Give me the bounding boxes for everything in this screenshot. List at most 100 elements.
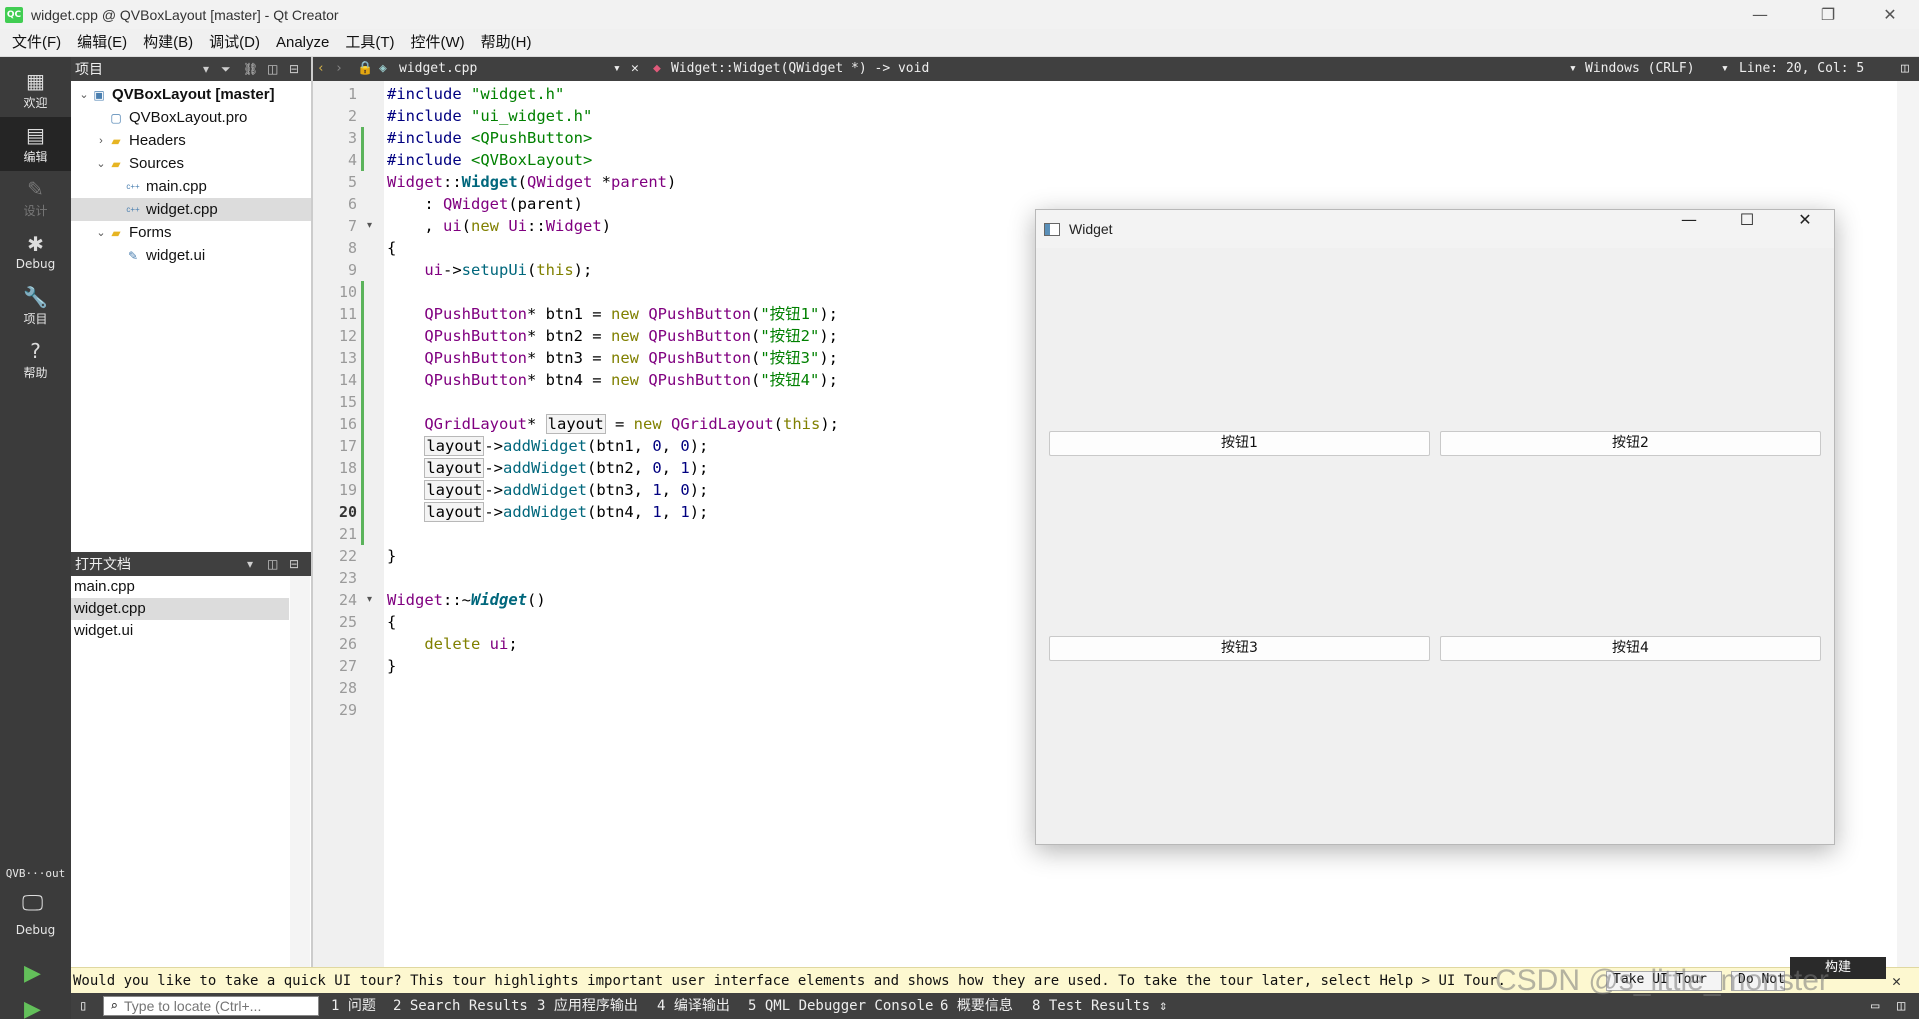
mode-welcome[interactable]: ▦ 欢迎 [0,63,71,117]
mode-debug[interactable]: ✱ Debug [0,225,71,279]
line-number: 27 [338,657,357,675]
mode-design[interactable]: ✎ 设计 [0,171,71,225]
open-document-item[interactable]: main.cpp [71,576,289,598]
expand-arrow-icon[interactable]: ⌄ [94,157,108,170]
menu-edit[interactable]: 编辑(E) [69,29,135,57]
push-button-4[interactable]: 按钮4 [1440,636,1821,661]
menu-file[interactable]: 文件(F) [4,29,69,57]
maximize-output-icon[interactable]: ◫ [1897,993,1905,1019]
open-document-item[interactable]: widget.cpp [71,598,289,620]
code-token: ); [573,261,593,279]
code-token: (btn2, [587,459,653,477]
widget-maximize-button[interactable]: ☐ [1718,210,1776,248]
menu-analyze[interactable]: Analyze [268,29,337,57]
dropdown-arrow-icon[interactable]: ▾ [247,552,253,576]
code-line: Widget::Widget(QWidget *parent) [387,171,676,193]
document-selector[interactable]: widget.cpp [399,57,477,81]
start-debugging-button[interactable]: ▶ [24,997,41,1019]
tree-item[interactable]: › ▰ Headers [71,129,311,152]
dropdown-arrow-icon[interactable]: ▾ [1569,57,1577,81]
menu-debug[interactable]: 调试(D) [201,29,268,57]
line-number-gutter[interactable]: 1 2 3 4 5 6 7 ▾ 8 9 10 11 12 13 14 15 16 17 18 19 20 21 22 23 24… [313,81,384,967]
tab-search-results[interactable]: 2 Search Results [393,993,528,1019]
build-config-label[interactable]: Debug [0,923,71,937]
mode-edit[interactable]: ▤ 编辑 [0,117,71,171]
back-arrow-icon[interactable]: ‹ [317,57,325,81]
code-line: Widget::~Widget() [387,589,546,611]
symbol-selector[interactable]: Widget::Widget(QWidget *) -> void [671,57,929,81]
menu-help[interactable]: 帮助(H) [473,29,540,57]
dropdown-arrow-icon[interactable]: ▾ [1721,57,1729,81]
tree-item[interactable]: c++ main.cpp [71,175,311,198]
menu-controls[interactable]: 控件(W) [403,29,473,57]
tree-item[interactable]: ⌄ ▰ Sources [71,152,311,175]
more-tabs-icon[interactable]: ⇕ [1159,993,1167,1019]
fold-arrow-icon[interactable]: ▾ [367,215,372,237]
kit-selector-label[interactable]: QVB···out [0,867,71,880]
cursor-position[interactable]: Line: 20, Col: 5 [1739,57,1864,81]
tab-issues[interactable]: 1 问题 [331,993,376,1019]
tab-compile-output[interactable]: 4 编译输出 [657,993,730,1019]
minimize-button[interactable]: — [1731,0,1789,29]
tree-item[interactable]: ✎ widget.ui [71,244,311,267]
link-icon[interactable]: ⛓ [243,57,258,81]
tab-qml-debugger-console[interactable]: 5 QML Debugger Console [748,993,933,1019]
close-pane-icon[interactable]: ⊟ [289,552,299,576]
code-token: "按钮4" [760,371,820,389]
tab-general-messages[interactable]: 6 概要信息 [940,993,1013,1019]
code-token: ); [819,305,838,323]
tab-application-output[interactable]: 3 应用程序输出 [537,993,638,1019]
project-view-selector[interactable]: 项目 [75,59,103,79]
code-token: "按钮2" [760,327,820,345]
tab-test-results[interactable]: 8 Test Results [1032,993,1150,1019]
close-pane-icon[interactable]: ⊟ [289,57,299,81]
widget-title-bar[interactable]: Widget — ☐ ✕ [1036,210,1834,248]
close-button[interactable]: ✕ [1861,0,1919,29]
code-token: parent [611,173,668,191]
menu-tools[interactable]: 工具(T) [337,29,402,57]
split-icon[interactable]: ◫ [267,57,278,81]
scrollbar[interactable] [1897,81,1919,967]
push-button-1[interactable]: 按钮1 [1049,431,1430,456]
tree-item[interactable]: ▢ QVBoxLayout.pro [71,106,311,129]
fold-arrow-icon[interactable]: ▾ [367,589,372,611]
push-button-2[interactable]: 按钮2 [1440,431,1821,456]
menu-build[interactable]: 构建(B) [135,29,201,57]
code-token: #include [387,85,471,103]
close-infobar-icon[interactable]: ✕ [1892,968,1901,994]
code-token: QWidget [443,195,509,213]
toggle-sidebar-icon[interactable]: ▯ [79,993,87,1019]
code-token: "按钮1" [760,305,820,323]
run-button[interactable]: ▶ [24,961,41,986]
minimize-output-icon[interactable]: ▭ [1871,993,1879,1019]
monitor-icon[interactable]: 🖵 [22,891,43,916]
forward-arrow-icon[interactable]: › [335,57,343,81]
mode-help[interactable]: ? 帮助 [0,333,71,387]
restore-button[interactable]: ❐ [1799,0,1857,29]
mode-projects[interactable]: 🔧 项目 [0,279,71,333]
filter-icon[interactable]: ⏷ [221,57,231,81]
widget-close-button[interactable]: ✕ [1776,210,1834,248]
expand-arrow-icon[interactable]: ⌄ [94,226,108,239]
expand-arrow-icon[interactable]: ⌄ [77,88,91,101]
tree-item[interactable]: c++ widget.cpp [71,198,311,221]
open-document-item[interactable]: widget.ui [71,620,289,642]
widget-minimize-button[interactable]: — [1660,210,1718,248]
locator-input[interactable] [124,997,314,1015]
split-editor-icon[interactable]: ◫ [1901,57,1909,81]
dropdown-arrow-icon[interactable]: ▾ [613,57,621,81]
dropdown-arrow-icon[interactable]: ▾ [203,57,209,81]
tree-item[interactable]: ⌄ ▣ QVBoxLayout [master] [71,83,311,106]
close-document-icon[interactable]: ✕ [631,57,639,81]
expand-arrow-icon[interactable]: › [94,135,108,147]
scrollbar[interactable] [290,576,310,967]
encoding-selector[interactable]: Windows (CRLF) [1585,57,1695,81]
push-button-3[interactable]: 按钮3 [1049,636,1430,661]
locator[interactable]: ⌕ [103,996,319,1016]
split-icon[interactable]: ◫ [267,552,278,576]
code-token: ); [820,415,839,433]
tree-item[interactable]: ⌄ ▰ Forms [71,221,311,244]
code-token: : [387,195,443,213]
line-number: 10 [338,283,357,301]
